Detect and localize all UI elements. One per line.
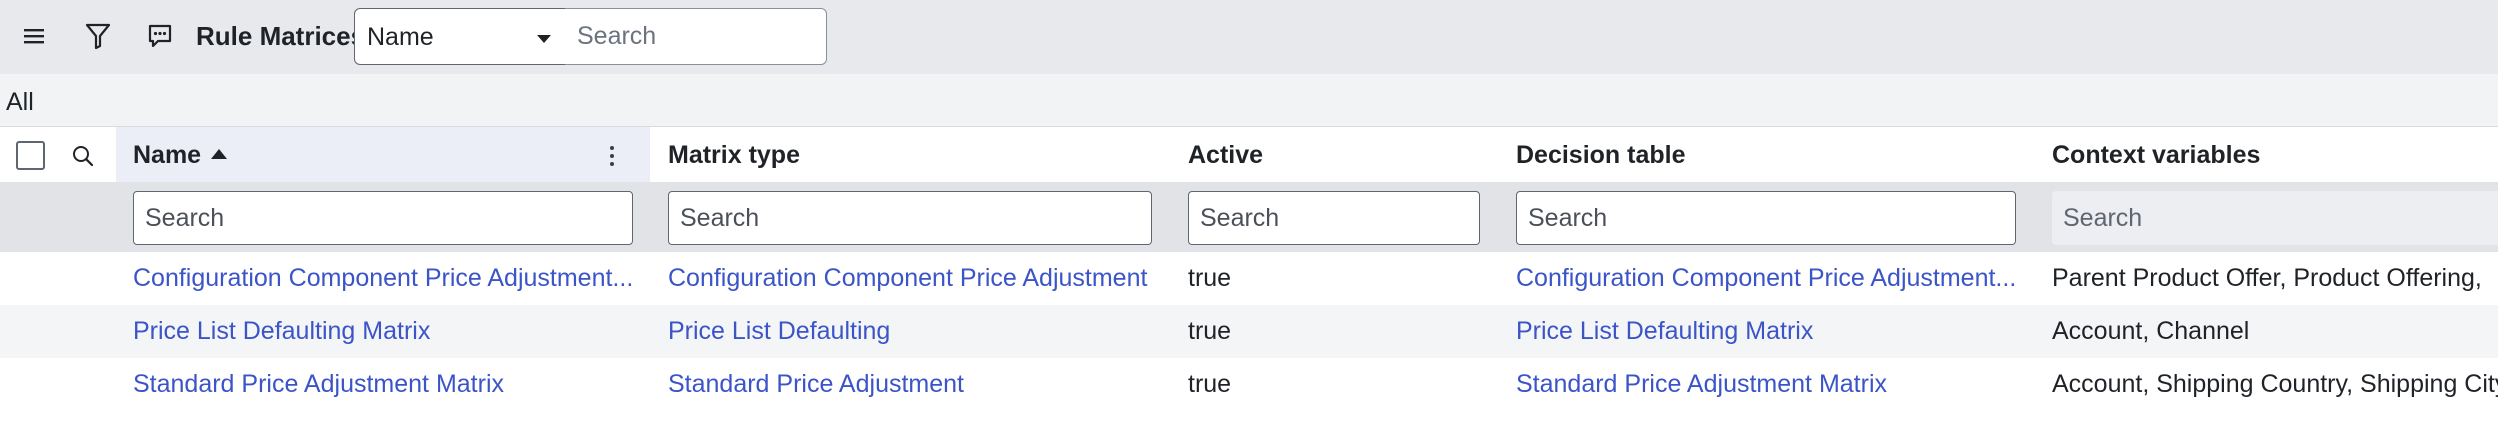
list-toolbar: Rule Matrices Name: [0, 0, 2498, 74]
search-field-value: Name: [367, 23, 434, 51]
cell-matrix-type-link[interactable]: Standard Price Adjustment: [668, 370, 964, 399]
cell-decision-table-link[interactable]: Price List Defaulting Matrix: [1516, 317, 1813, 346]
select-all-checkbox[interactable]: [16, 141, 45, 170]
cell-context-variables: Parent Product Offer, Product Offering,: [2052, 264, 2482, 292]
cell-name-link[interactable]: Configuration Component Price Adjustment…: [133, 264, 633, 293]
cell-name-link[interactable]: Standard Price Adjustment Matrix: [133, 370, 504, 399]
search-input[interactable]: [565, 8, 827, 65]
funnel-icon[interactable]: [78, 16, 118, 56]
cell-matrix-type-link[interactable]: Price List Defaulting: [668, 317, 890, 346]
column-options-icon[interactable]: [600, 139, 624, 173]
column-header-label: Name: [133, 141, 202, 169]
column-header-matrix-type[interactable]: Matrix type: [668, 141, 800, 169]
filter-input-decision-table[interactable]: [1516, 191, 2016, 245]
column-filter-row: [0, 182, 2498, 252]
search-field-select[interactable]: Name: [354, 8, 566, 65]
cell-decision-table-link[interactable]: Standard Price Adjustment Matrix: [1516, 370, 1887, 399]
filter-input-matrix-type[interactable]: [668, 191, 1152, 245]
cell-active: true: [1188, 264, 1232, 292]
search-icon[interactable]: [66, 139, 100, 173]
hamburger-icon[interactable]: [14, 16, 54, 56]
cell-decision-table-link[interactable]: Configuration Component Price Adjustment…: [1516, 264, 2016, 293]
table-row: Standard Price Adjustment Matrix Standar…: [0, 358, 2498, 411]
cell-name-link[interactable]: Price List Defaulting Matrix: [133, 317, 430, 346]
chat-bubble-icon[interactable]: [140, 16, 180, 56]
column-header-name[interactable]: Name: [133, 141, 228, 169]
cell-context-variables: Account, Channel: [2052, 317, 2250, 345]
sort-ascending-icon: [211, 149, 228, 160]
column-header-context-variables[interactable]: Context variables: [2052, 141, 2260, 169]
column-header-active[interactable]: Active: [1188, 141, 1263, 169]
caret-down-icon: [537, 35, 551, 43]
breadcrumb[interactable]: All: [6, 88, 34, 116]
breadcrumb-bar: All: [0, 74, 2498, 126]
table-row: Configuration Component Price Adjustment…: [0, 252, 2498, 305]
table-header-row: Name Matrix type Active Decision table C…: [0, 126, 2498, 183]
filter-input-name[interactable]: [133, 191, 633, 245]
page-title: Rule Matrices: [196, 21, 366, 51]
table-row: Price List Defaulting Matrix Price List …: [0, 305, 2498, 358]
cell-active: true: [1188, 317, 1232, 345]
cell-matrix-type-link[interactable]: Configuration Component Price Adjustment: [668, 264, 1147, 293]
filter-input-active[interactable]: [1188, 191, 1480, 245]
cell-active: true: [1188, 370, 1232, 398]
column-header-decision-table[interactable]: Decision table: [1516, 141, 1686, 169]
filter-input-context-variables[interactable]: [2052, 191, 2498, 245]
cell-context-variables: Account, Shipping Country, Shipping City: [2052, 370, 2498, 398]
